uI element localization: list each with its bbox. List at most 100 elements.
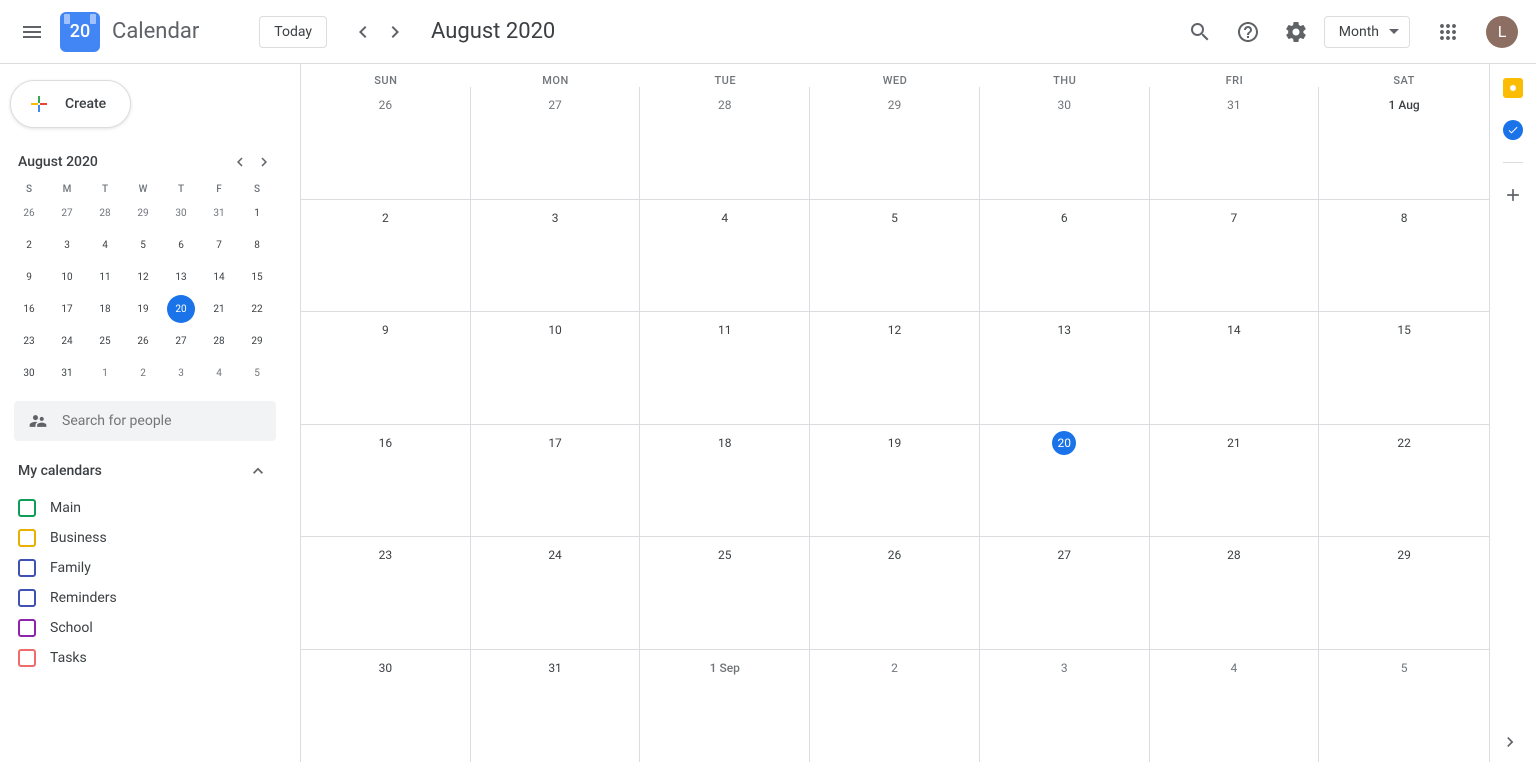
mini-day[interactable]: 13 <box>167 263 195 291</box>
grid-cell[interactable]: 25 <box>640 537 810 649</box>
calendar-item[interactable]: Tasks <box>10 643 276 673</box>
grid-cell[interactable]: 4 <box>1150 650 1320 762</box>
mini-day[interactable]: 16 <box>15 295 43 323</box>
grid-cell[interactable]: 7 <box>1150 200 1320 312</box>
mini-day[interactable]: 11 <box>91 263 119 291</box>
mini-prev-button[interactable] <box>228 150 252 174</box>
grid-cell[interactable]: 5 <box>810 200 980 312</box>
mini-day[interactable]: 5 <box>129 231 157 259</box>
grid-cell[interactable]: 6 <box>980 200 1150 312</box>
next-period-button[interactable] <box>379 16 411 48</box>
mini-day[interactable]: 2 <box>15 231 43 259</box>
grid-cell[interactable]: 18 <box>640 425 810 537</box>
grid-cell[interactable]: 27 <box>980 537 1150 649</box>
mini-day[interactable]: 30 <box>167 199 195 227</box>
mini-day[interactable]: 23 <box>15 327 43 355</box>
grid-cell[interactable]: 12 <box>810 312 980 424</box>
mini-day[interactable]: 27 <box>167 327 195 355</box>
account-avatar[interactable]: L <box>1486 16 1518 48</box>
grid-cell[interactable]: 23 <box>301 537 471 649</box>
grid-cell[interactable]: 24 <box>471 537 641 649</box>
calendar-checkbox[interactable] <box>18 529 36 547</box>
keep-addon-button[interactable] <box>1503 78 1523 98</box>
calendar-item[interactable]: School <box>10 613 276 643</box>
mini-day[interactable]: 8 <box>243 231 271 259</box>
mini-day[interactable]: 12 <box>129 263 157 291</box>
mini-day[interactable]: 25 <box>91 327 119 355</box>
grid-cell[interactable]: 30 <box>980 87 1150 199</box>
grid-cell[interactable]: 8 <box>1319 200 1489 312</box>
grid-cell[interactable]: 21 <box>1150 425 1320 537</box>
mini-day[interactable]: 7 <box>205 231 233 259</box>
create-button[interactable]: Create <box>10 80 131 128</box>
grid-cell[interactable]: 13 <box>980 312 1150 424</box>
grid-cell[interactable]: 5 <box>1319 650 1489 762</box>
grid-cell[interactable]: 26 <box>810 537 980 649</box>
mini-day[interactable]: 30 <box>15 359 43 387</box>
grid-cell[interactable]: 1 Sep <box>640 650 810 762</box>
mini-day[interactable]: 28 <box>205 327 233 355</box>
grid-cell[interactable]: 2 <box>301 200 471 312</box>
mini-day[interactable]: 3 <box>167 359 195 387</box>
grid-cell[interactable]: 2 <box>810 650 980 762</box>
mini-day[interactable]: 26 <box>15 199 43 227</box>
grid-cell[interactable]: 10 <box>471 312 641 424</box>
grid-cell[interactable]: 16 <box>301 425 471 537</box>
today-button[interactable]: Today <box>259 16 327 48</box>
prev-period-button[interactable] <box>347 16 379 48</box>
grid-cell[interactable]: 14 <box>1150 312 1320 424</box>
mini-day[interactable]: 15 <box>243 263 271 291</box>
mini-day[interactable]: 14 <box>205 263 233 291</box>
grid-cell[interactable]: 27 <box>471 87 641 199</box>
calendar-item[interactable]: Family <box>10 553 276 583</box>
calendar-item[interactable]: Main <box>10 493 276 523</box>
mini-day[interactable]: 18 <box>91 295 119 323</box>
grid-cell[interactable]: 1 Aug <box>1319 87 1489 199</box>
hide-sidepanel-button[interactable] <box>1500 732 1520 752</box>
mini-day[interactable]: 19 <box>129 295 157 323</box>
calendar-checkbox[interactable] <box>18 589 36 607</box>
mini-day[interactable]: 1 <box>91 359 119 387</box>
mini-day[interactable]: 29 <box>243 327 271 355</box>
grid-cell[interactable]: 31 <box>1150 87 1320 199</box>
mini-day[interactable]: 21 <box>205 295 233 323</box>
mini-day[interactable]: 3 <box>53 231 81 259</box>
mini-day[interactable]: 17 <box>53 295 81 323</box>
calendar-checkbox[interactable] <box>18 619 36 637</box>
grid-cell[interactable]: 29 <box>1319 537 1489 649</box>
add-addon-button[interactable] <box>1503 185 1523 205</box>
grid-cell[interactable]: 15 <box>1319 312 1489 424</box>
grid-cell[interactable]: 26 <box>301 87 471 199</box>
google-apps-button[interactable] <box>1428 12 1468 52</box>
grid-cell[interactable]: 31 <box>471 650 641 762</box>
grid-cell[interactable]: 22 <box>1319 425 1489 537</box>
mini-day[interactable]: 31 <box>53 359 81 387</box>
search-button[interactable] <box>1180 12 1220 52</box>
grid-cell[interactable]: 19 <box>810 425 980 537</box>
grid-cell[interactable]: 17 <box>471 425 641 537</box>
mini-day[interactable]: 28 <box>91 199 119 227</box>
support-button[interactable] <box>1228 12 1268 52</box>
mini-day[interactable]: 4 <box>91 231 119 259</box>
grid-cell[interactable]: 28 <box>640 87 810 199</box>
mini-day[interactable]: 5 <box>243 359 271 387</box>
calendar-checkbox[interactable] <box>18 559 36 577</box>
mini-day[interactable]: 20 <box>167 295 195 323</box>
grid-cell[interactable]: 9 <box>301 312 471 424</box>
main-menu-button[interactable] <box>8 8 56 56</box>
grid-cell[interactable]: 3 <box>471 200 641 312</box>
calendar-checkbox[interactable] <box>18 499 36 517</box>
calendar-checkbox[interactable] <box>18 649 36 667</box>
mini-day[interactable]: 29 <box>129 199 157 227</box>
mini-day[interactable]: 2 <box>129 359 157 387</box>
mini-day[interactable]: 10 <box>53 263 81 291</box>
mini-day[interactable]: 22 <box>243 295 271 323</box>
mini-day[interactable]: 4 <box>205 359 233 387</box>
mini-day[interactable]: 24 <box>53 327 81 355</box>
mini-day[interactable]: 31 <box>205 199 233 227</box>
mini-next-button[interactable] <box>252 150 276 174</box>
calendar-item[interactable]: Business <box>10 523 276 553</box>
settings-button[interactable] <box>1276 12 1316 52</box>
grid-cell[interactable]: 3 <box>980 650 1150 762</box>
grid-cell[interactable]: 28 <box>1150 537 1320 649</box>
